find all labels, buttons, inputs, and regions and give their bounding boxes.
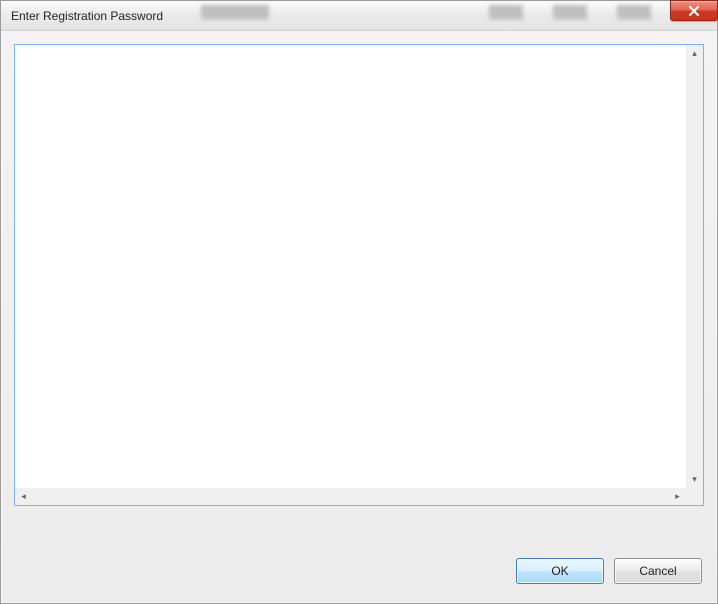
scroll-up-icon[interactable]: ▴	[686, 45, 703, 62]
close-button[interactable]	[670, 0, 718, 21]
scroll-right-icon[interactable]: ▸	[669, 488, 686, 505]
scroll-down-icon[interactable]: ▾	[686, 471, 703, 488]
scroll-left-icon[interactable]: ◂	[15, 488, 32, 505]
client-area: ▴ ▾ ◂ ▸ OK Cancel	[2, 32, 716, 602]
ok-button[interactable]: OK	[516, 558, 604, 584]
registration-password-field-inner	[15, 45, 686, 488]
close-icon	[688, 6, 700, 16]
titlebar-background-text: ████	[617, 5, 651, 19]
vertical-scrollbar[interactable]: ▴ ▾	[686, 45, 703, 488]
ok-button-label: OK	[551, 564, 568, 578]
cancel-button-label: Cancel	[639, 564, 676, 578]
titlebar-background-text: ████████	[201, 5, 269, 19]
window-title: Enter Registration Password	[11, 9, 163, 23]
dialog-window: Enter Registration Password ████████ ███…	[0, 0, 718, 604]
cancel-button[interactable]: Cancel	[614, 558, 702, 584]
scroll-corner	[686, 488, 703, 505]
titlebar[interactable]: Enter Registration Password ████████ ███…	[1, 1, 717, 31]
titlebar-background-text: ████	[553, 5, 587, 19]
dialog-button-row: OK Cancel	[516, 558, 702, 584]
titlebar-background-text: ████	[489, 5, 523, 19]
registration-password-input[interactable]	[15, 45, 686, 488]
registration-password-field-frame: ▴ ▾ ◂ ▸	[14, 44, 704, 506]
horizontal-scrollbar[interactable]: ◂ ▸	[15, 488, 686, 505]
